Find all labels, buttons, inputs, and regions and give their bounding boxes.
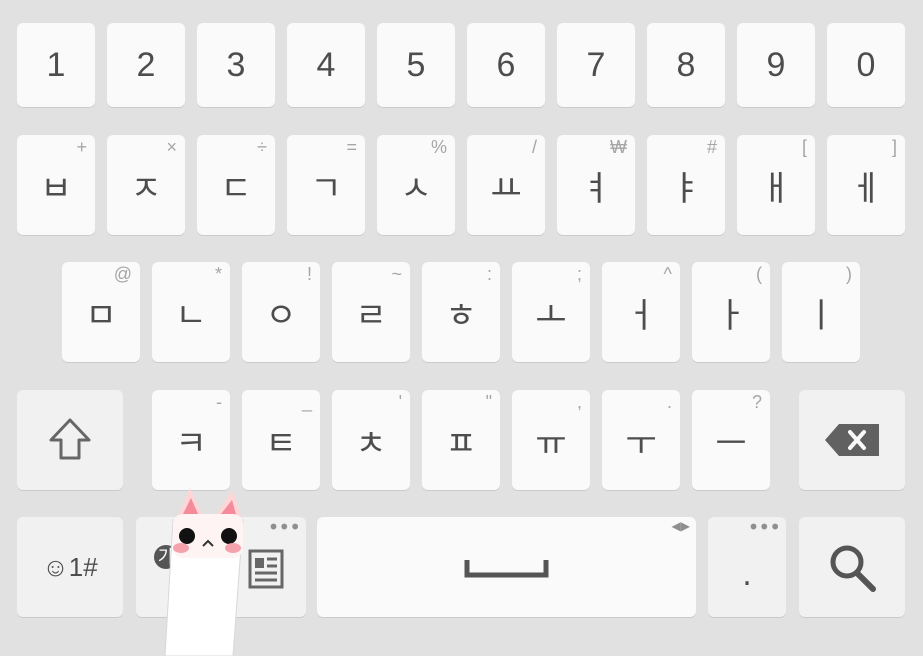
key-row2-8-hint: ) <box>846 264 852 284</box>
key-row1-7[interactable]: ㅑ # <box>647 135 725 235</box>
key-row1-5[interactable]: ㅛ / <box>467 135 545 235</box>
key-5[interactable]: 5 <box>377 23 455 107</box>
key-1[interactable]: 1 <box>17 23 95 107</box>
key-row2-0-hint: @ <box>113 264 132 284</box>
key-row3-2-hint: ' <box>398 392 402 412</box>
key-row1-9-hint: ] <box>891 137 897 157</box>
key-row2-3[interactable]: ㄹ ~ <box>332 262 410 362</box>
key-row1-6[interactable]: ㅕ ₩ <box>557 135 635 235</box>
key-row3-0-hint: - <box>216 392 222 412</box>
space-key[interactable]: ◀▶ <box>317 517 696 617</box>
key-row2-6[interactable]: ㅓ ^ <box>602 262 680 362</box>
key-7[interactable]: 7 <box>557 23 635 107</box>
key-4-label: 4 <box>316 45 336 84</box>
key-row1-7-hint: # <box>706 137 717 157</box>
key-row3-5[interactable]: ㅜ. <box>602 390 680 490</box>
key-3-label: 3 <box>226 45 246 84</box>
space-bar-icon <box>464 560 549 578</box>
key-8[interactable]: 8 <box>647 23 725 107</box>
key-row2-3-hint: ~ <box>391 264 402 284</box>
key-row2-4-hint: : <box>486 264 492 284</box>
key-row2-6-hint: ^ <box>663 264 672 284</box>
key-1-label: 1 <box>46 45 66 84</box>
search-icon <box>830 545 876 592</box>
key-row3-6[interactable]: ㅡ? <box>692 390 770 490</box>
key-row2-5-hint: ; <box>576 264 582 284</box>
key-row1-3[interactable]: ㄱ = <box>287 135 365 235</box>
key-9[interactable]: 9 <box>737 23 815 107</box>
key-row3-6-hint: ? <box>751 392 762 412</box>
key-row1-2[interactable]: ㄷ ÷ <box>197 135 275 235</box>
key-row2-2[interactable]: ㅇ! <box>242 262 320 362</box>
key-6-label: 6 <box>496 45 516 84</box>
key-6[interactable]: 6 <box>467 23 545 107</box>
key-0[interactable]: 0 <box>827 23 905 107</box>
key-5-label: 5 <box>406 45 426 84</box>
key-row3-5-hint: . <box>666 392 672 412</box>
key-row1-8-hint: [ <box>801 137 807 157</box>
key-row1-0-hint: + <box>76 137 87 157</box>
key-row1-4-hint: % <box>430 137 447 157</box>
key-row2-5[interactable]: ㅗ; <box>512 262 590 362</box>
more-options-dots: ••• <box>267 515 301 539</box>
key-row2-2-hint: ! <box>306 264 312 284</box>
key-row3-4[interactable]: ㅠ, <box>512 390 590 490</box>
key-row1-0[interactable]: ㅂ + <box>17 135 95 235</box>
key-9-label: 9 <box>766 45 786 84</box>
key-row2-7[interactable]: ㅏ( <box>692 262 770 362</box>
korean-keyboard: 1 2 3 4 5 6 7 8 9 0 ㅂ + ㅈ × ㄷ ÷ ㄱ = ㅅ% ㅛ / ㅕ ₩ ㅑ # ㅐ[ㅔ] ㅁ @ ㄴ * ㅇ! ㄹ ~… <box>0 0 923 656</box>
backspace-icon <box>825 424 879 456</box>
key-row3-1-hint: _ <box>301 392 312 412</box>
key-row1-1[interactable]: ㅈ × <box>107 135 185 235</box>
key-row3-1[interactable]: ㅌ _ <box>242 390 320 490</box>
key-row2-1[interactable]: ㄴ * <box>152 262 230 362</box>
key-row3-2[interactable]: ㅊ ' <box>332 390 410 490</box>
key-row3-3[interactable]: ㅍ " <box>422 390 500 490</box>
key-row1-3-hint: = <box>346 137 357 157</box>
symbols-key[interactable]: ☺1# <box>17 517 123 617</box>
key-2-label: 2 <box>136 45 156 84</box>
key-7-label: 7 <box>586 45 606 84</box>
key-row1-2-hint: ÷ <box>257 137 267 157</box>
key-row2-8[interactable]: ㅣ) <box>782 262 860 362</box>
period-key[interactable]: ••• . <box>708 515 786 617</box>
shift-icon <box>49 418 91 460</box>
key-row1-9[interactable]: ㅔ] <box>827 135 905 235</box>
search-key[interactable] <box>799 517 905 617</box>
key-row3-4-hint: , <box>576 392 582 412</box>
key-row1-8[interactable]: ㅐ[ <box>737 135 815 235</box>
key-row1-5-hint: / <box>531 137 537 157</box>
key-row2-0[interactable]: ㅁ @ <box>62 262 140 362</box>
key-row1-6-hint: ₩ <box>610 137 627 157</box>
period-label: . <box>742 557 752 593</box>
key-0-label: 0 <box>856 45 876 84</box>
symbols-key-label: ☺1# <box>42 551 98 582</box>
key-row2-4[interactable]: ㅎ: <box>422 262 500 362</box>
key-8-label: 8 <box>676 45 696 84</box>
key-2[interactable]: 2 <box>107 23 185 107</box>
backspace-key[interactable] <box>799 390 905 490</box>
key-4[interactable]: 4 <box>287 23 365 107</box>
key-row1-1-hint: × <box>166 137 177 157</box>
key-row2-1-hint: * <box>214 264 222 284</box>
shift-key[interactable] <box>17 390 123 490</box>
key-3[interactable]: 3 <box>197 23 275 107</box>
key-row3-3-hint: " <box>485 392 492 412</box>
cat-mascot-sticker <box>164 488 244 656</box>
key-row3-0[interactable]: ㅋ- <box>152 390 230 490</box>
key-row2-7-hint: ( <box>756 264 762 284</box>
key-row1-4[interactable]: ㅅ% <box>377 135 455 235</box>
